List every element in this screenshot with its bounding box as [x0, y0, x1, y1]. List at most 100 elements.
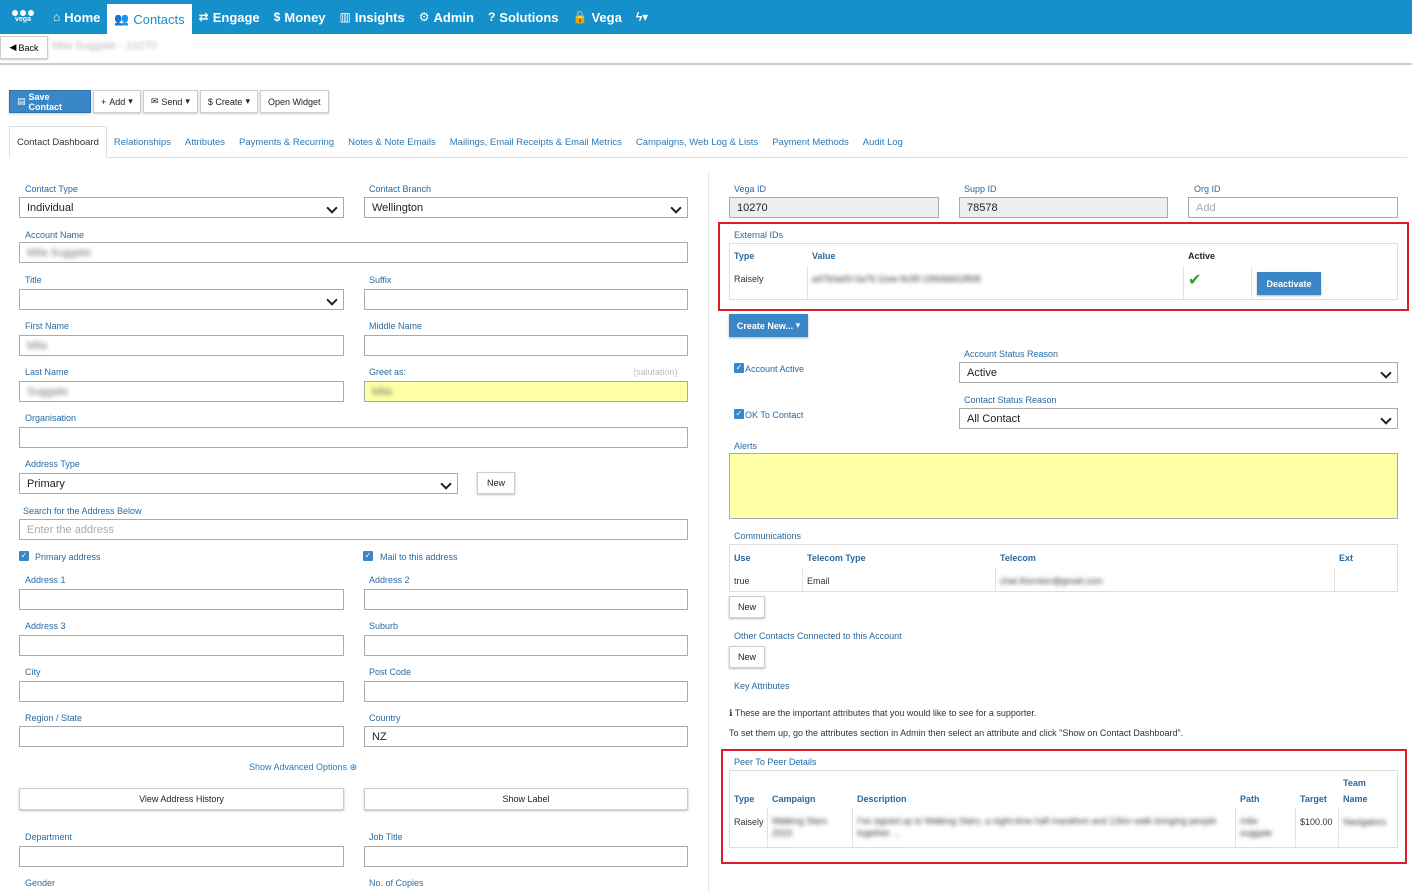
- greet-as-label: Greet as:: [369, 367, 407, 377]
- create-new-button[interactable]: Create New... ▾: [729, 314, 808, 337]
- suburb-input[interactable]: [364, 635, 688, 656]
- deactivate-button[interactable]: Deactivate: [1257, 272, 1321, 295]
- comm-header-telecom: Telecom: [1000, 553, 1036, 563]
- region-input[interactable]: [19, 726, 344, 747]
- middle-name-label: Middle Name: [369, 321, 423, 331]
- title-select[interactable]: [19, 289, 344, 310]
- ok-to-contact-checkbox[interactable]: ✓: [734, 409, 744, 419]
- supp-id-input: 78578: [959, 197, 1168, 218]
- contact-type-select[interactable]: Individual: [19, 197, 344, 218]
- send-button[interactable]: ✉ Send ▾: [142, 90, 198, 113]
- communications-title: Communications: [734, 531, 802, 541]
- save-icon: ▤: [17, 96, 26, 106]
- users-icon: 👥: [114, 12, 130, 26]
- open-widget-button[interactable]: Open Widget: [259, 90, 329, 113]
- tab-payment-methods[interactable]: Payment Methods: [765, 126, 856, 158]
- address2-input[interactable]: [364, 589, 688, 610]
- ext-header-active: Active: [1188, 251, 1216, 261]
- new-other-contact-button[interactable]: New: [729, 646, 765, 668]
- salutation-hint: (salutation): [633, 367, 678, 377]
- title-label: Title: [25, 275, 42, 285]
- header-divider: [0, 63, 1412, 65]
- tab-notes[interactable]: Notes & Note Emails: [341, 126, 443, 158]
- organisation-input[interactable]: [19, 427, 688, 448]
- mail-to-address-checkbox[interactable]: ✓: [363, 551, 373, 561]
- nav-engage[interactable]: ⇄ Engage: [192, 0, 267, 34]
- new-address-button[interactable]: New: [477, 472, 515, 494]
- supp-id-label: Supp ID: [964, 184, 997, 194]
- middle-name-input[interactable]: [364, 335, 688, 356]
- show-label-button[interactable]: Show Label: [364, 788, 688, 810]
- nav-vega[interactable]: 🔒 Vega: [566, 0, 629, 34]
- tab-audit-log[interactable]: Audit Log: [856, 126, 910, 158]
- vega-logo[interactable]: vega: [0, 0, 46, 34]
- nav-admin[interactable]: ⚙ Admin: [412, 0, 481, 34]
- nav-insights[interactable]: ▥ Insights: [333, 0, 412, 34]
- tab-contact-dashboard[interactable]: Contact Dashboard: [9, 126, 107, 158]
- contact-branch-label: Contact Branch: [369, 184, 432, 194]
- address-type-select[interactable]: Primary: [19, 473, 458, 494]
- nav-solutions[interactable]: ? Solutions: [481, 0, 566, 34]
- tab-relationships[interactable]: Relationships: [107, 126, 178, 158]
- account-name-label: Account Name: [25, 230, 85, 240]
- search-address-label: Search for the Address Below: [23, 506, 142, 516]
- back-button[interactable]: ◀ Back: [0, 36, 48, 59]
- p2p-header-type: Type: [734, 794, 755, 804]
- city-input[interactable]: [19, 681, 344, 702]
- create-button[interactable]: $ Create ▾: [199, 90, 258, 113]
- last-name-input[interactable]: Suggate: [19, 381, 344, 402]
- show-advanced-options-link[interactable]: Show Advanced Options ⊕: [249, 762, 357, 773]
- greet-as-input[interactable]: Mila: [364, 381, 688, 402]
- contact-status-reason-select[interactable]: All Contact: [959, 408, 1398, 429]
- tab-attributes[interactable]: Attributes: [178, 126, 232, 158]
- tab-campaigns[interactable]: Campaigns, Web Log & Lists: [629, 126, 765, 158]
- bolt-icon: ϟ▾: [635, 10, 649, 24]
- tab-mailings[interactable]: Mailings, Email Receipts & Email Metrics: [443, 126, 629, 158]
- contact-type-label: Contact Type: [25, 184, 78, 194]
- nav-contacts[interactable]: 👥 Contacts: [107, 4, 192, 34]
- department-input[interactable]: [19, 846, 344, 867]
- key-attributes-title: Key Attributes: [734, 681, 790, 691]
- check-icon: ✔: [1188, 272, 1202, 289]
- address3-input[interactable]: [19, 635, 344, 656]
- account-active-checkbox[interactable]: ✓: [734, 363, 744, 373]
- city-label: City: [25, 667, 41, 677]
- p2p-row-campaign: Walking Stars 2023: [772, 816, 828, 838]
- p2p-row-target: $100.00: [1300, 817, 1333, 827]
- nav-home[interactable]: ⌂ Home: [46, 0, 107, 34]
- new-communication-button[interactable]: New: [729, 596, 765, 618]
- nav-quick-menu[interactable]: ϟ▾: [629, 0, 655, 34]
- p2p-header-description: Description: [857, 794, 907, 804]
- tab-payments[interactable]: Payments & Recurring: [232, 126, 341, 158]
- primary-address-checkbox[interactable]: ✓: [19, 551, 29, 561]
- nav-money[interactable]: $ Money: [267, 0, 333, 34]
- caret-down-icon: ▾: [795, 320, 801, 330]
- column-divider: [708, 172, 709, 892]
- country-label: Country: [369, 713, 401, 723]
- add-button[interactable]: + Add ▾: [93, 90, 141, 113]
- contact-branch-select[interactable]: Wellington: [364, 197, 688, 218]
- save-contact-button[interactable]: ▤ Save Contact: [9, 90, 91, 113]
- alerts-label: Alerts: [734, 441, 758, 451]
- p2p-header-team: Team: [1343, 778, 1366, 788]
- p2p-sep: [1338, 808, 1339, 847]
- plus-circle-icon: ⊕: [349, 762, 358, 772]
- p2p-row-description: I've signed up to Walking Stars, a night…: [857, 816, 1217, 838]
- view-address-history-button[interactable]: View Address History: [19, 788, 344, 810]
- p2p-row-path: mila-suggate: [1240, 816, 1273, 838]
- address1-input[interactable]: [19, 589, 344, 610]
- p2p-header-campaign: Campaign: [772, 794, 816, 804]
- account-status-reason-select[interactable]: Active: [959, 362, 1398, 383]
- account-name-input[interactable]: Mila Suggate: [19, 242, 688, 263]
- country-input[interactable]: NZ: [364, 726, 688, 747]
- search-address-input[interactable]: Enter the address: [19, 519, 688, 540]
- comm-header-ext: Ext: [1339, 553, 1354, 563]
- job-title-input[interactable]: [364, 846, 688, 867]
- dollar-icon: $: [273, 10, 281, 24]
- org-id-input[interactable]: Add: [1188, 197, 1398, 218]
- ext-header-value: Value: [812, 251, 836, 261]
- suffix-input[interactable]: [364, 289, 688, 310]
- alerts-textarea[interactable]: [729, 453, 1398, 519]
- post-code-input[interactable]: [364, 681, 688, 702]
- first-name-input[interactable]: Mila: [19, 335, 344, 356]
